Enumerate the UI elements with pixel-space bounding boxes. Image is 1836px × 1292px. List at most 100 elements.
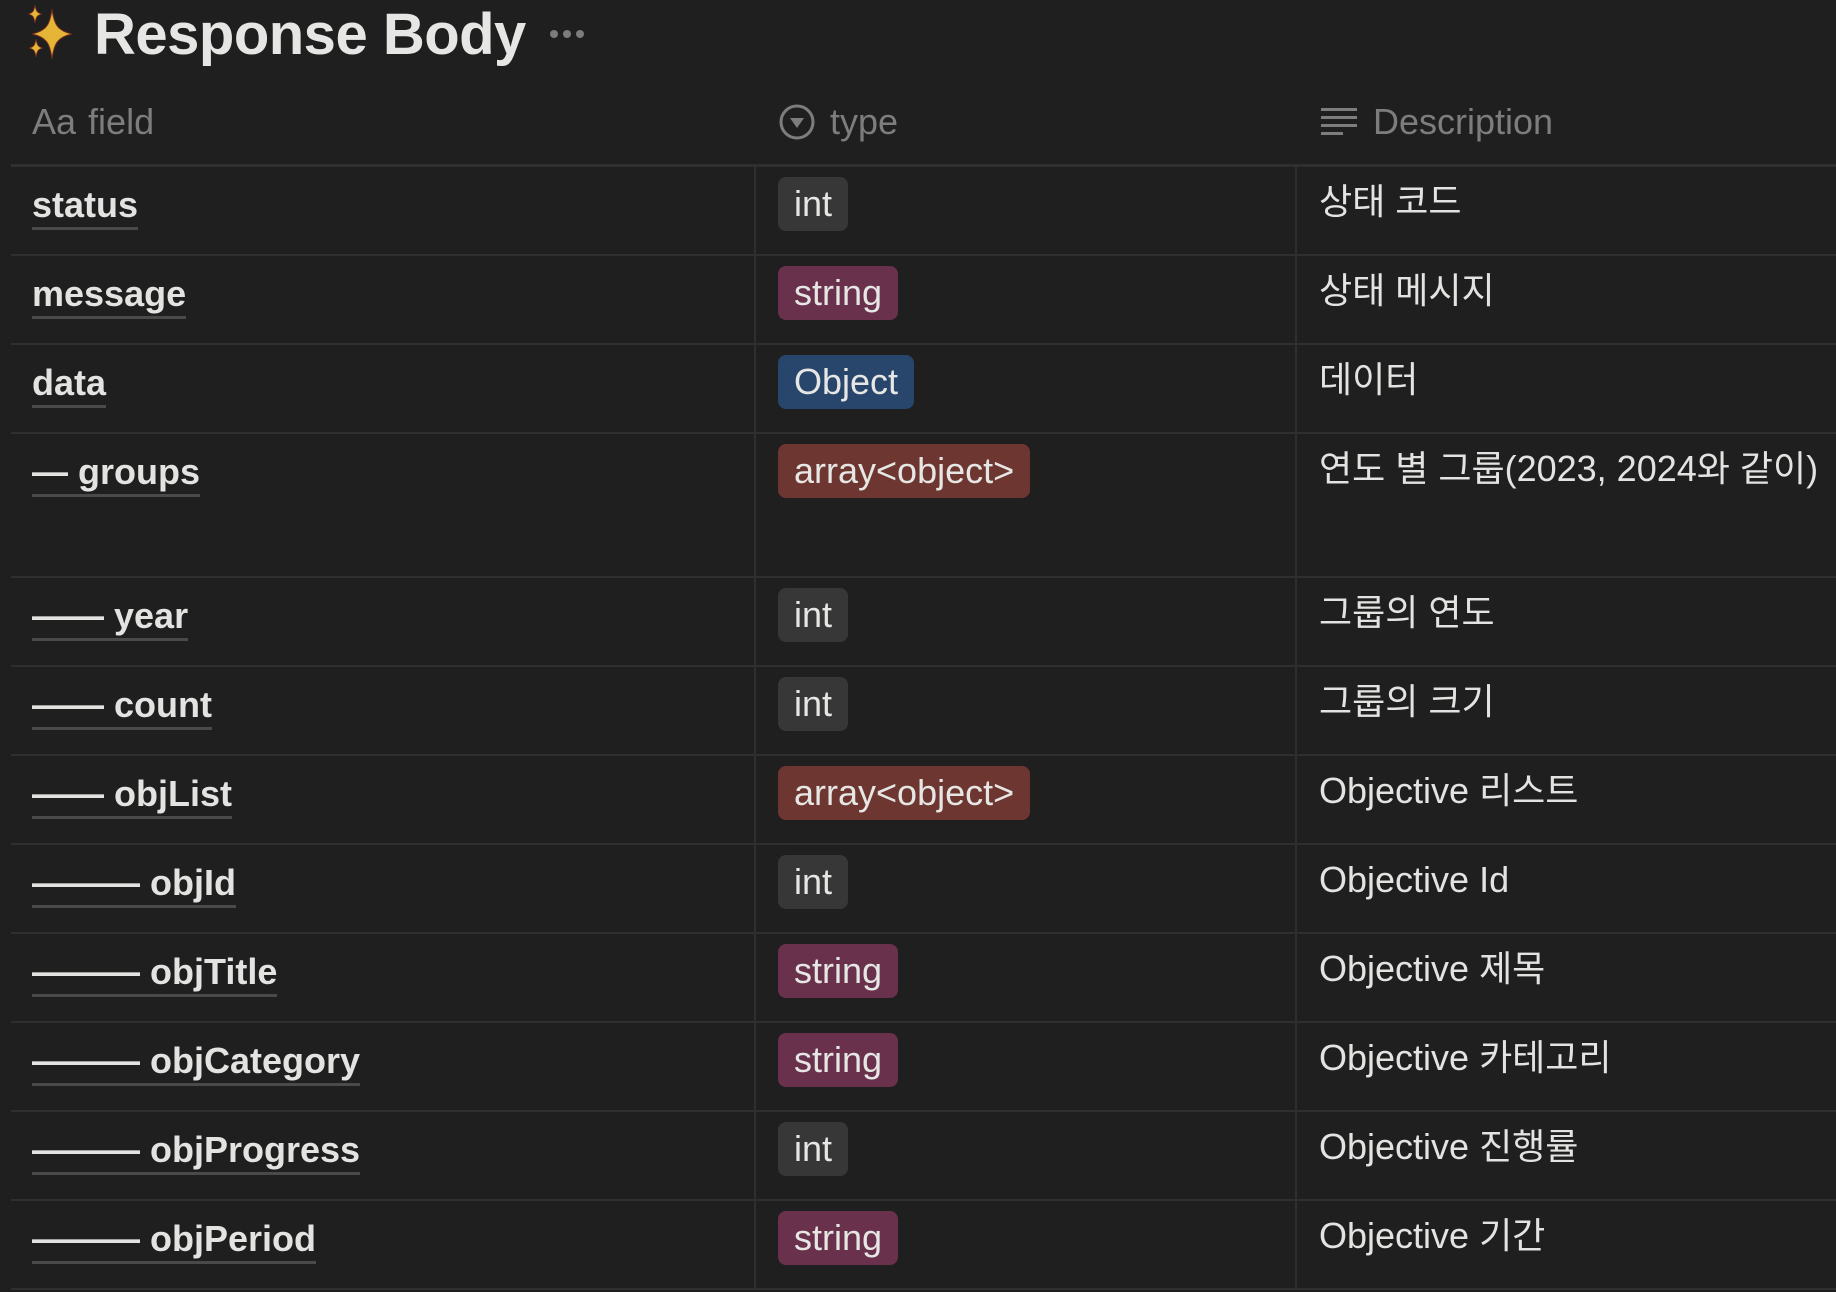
type-cell[interactable]: string bbox=[756, 934, 1297, 1021]
table-row[interactable]: ——— objProgress int Objective 진행률 bbox=[11, 1112, 1836, 1201]
table-row[interactable]: ——— objPeriod string Objective 기간 bbox=[11, 1201, 1836, 1290]
type-cell[interactable]: int bbox=[756, 667, 1297, 754]
database-table: Aa field type Description status int 상태 … bbox=[11, 80, 1836, 1290]
field-cell[interactable]: ——— objId bbox=[11, 845, 756, 932]
column-label: field bbox=[88, 101, 155, 142]
field-name[interactable]: —— objList bbox=[32, 774, 232, 819]
type-cell[interactable]: int bbox=[756, 167, 1297, 254]
type-badge[interactable]: string bbox=[778, 1211, 899, 1265]
table-row[interactable]: message string 상태 메시지 bbox=[11, 256, 1836, 345]
type-badge[interactable]: int bbox=[778, 177, 849, 231]
description-text: 그룹의 연도 bbox=[1319, 592, 1495, 633]
field-name[interactable]: — groups bbox=[32, 452, 200, 497]
type-badge[interactable]: Object bbox=[778, 355, 915, 409]
field-name[interactable]: ——— objId bbox=[32, 863, 236, 908]
field-cell[interactable]: ——— objProgress bbox=[11, 1112, 756, 1199]
field-name[interactable]: ——— objCategory bbox=[32, 1041, 361, 1086]
description-cell[interactable]: 상태 코드 bbox=[1297, 167, 1836, 254]
type-badge[interactable]: string bbox=[778, 944, 899, 998]
description-cell[interactable]: Objective Id bbox=[1297, 845, 1836, 932]
page-title: Response Body bbox=[94, 1, 526, 67]
table-row[interactable]: —— count int 그룹의 크기 bbox=[11, 667, 1836, 756]
description-cell[interactable]: Objective 진행률 bbox=[1297, 1112, 1836, 1199]
more-horizontal-icon bbox=[549, 30, 558, 38]
type-cell[interactable]: string bbox=[756, 1023, 1297, 1110]
description-text: 그룹의 크기 bbox=[1319, 681, 1495, 722]
description-text: Objective 카테고리 bbox=[1319, 1037, 1612, 1078]
description-text: 상태 메시지 bbox=[1319, 270, 1495, 311]
table-row[interactable]: status int 상태 코드 bbox=[11, 167, 1836, 256]
description-cell[interactable]: Objective 리스트 bbox=[1297, 756, 1836, 843]
field-cell[interactable]: — groups bbox=[11, 434, 756, 576]
description-text: 상태 코드 bbox=[1319, 181, 1462, 222]
type-badge[interactable]: array<object> bbox=[778, 766, 1031, 820]
more-dot bbox=[562, 30, 571, 38]
type-cell[interactable]: int bbox=[756, 1112, 1297, 1199]
description-text: 연도 별 그룹(2023, 2024와 같이) bbox=[1319, 448, 1819, 489]
table-row[interactable]: ——— objCategory string Objective 카테고리 bbox=[11, 1023, 1836, 1112]
field-cell[interactable]: —— objList bbox=[11, 756, 756, 843]
description-text: Objective 기간 bbox=[1319, 1215, 1546, 1256]
field-name[interactable]: message bbox=[32, 274, 187, 319]
field-cell[interactable]: —— year bbox=[11, 578, 756, 665]
type-badge[interactable]: int bbox=[778, 588, 849, 642]
table-row[interactable]: — groups array<object> 연도 별 그룹(2023, 2024와… bbox=[11, 434, 1836, 578]
description-text: Objective 진행률 bbox=[1319, 1126, 1579, 1167]
field-cell[interactable]: ——— objTitle bbox=[11, 934, 756, 1021]
description-cell[interactable]: 그룹의 연도 bbox=[1297, 578, 1836, 665]
field-name[interactable]: ——— objProgress bbox=[32, 1130, 361, 1175]
description-cell[interactable]: 연도 별 그룹(2023, 2024와 같이) bbox=[1297, 434, 1836, 576]
field-cell[interactable]: —— count bbox=[11, 667, 756, 754]
sparkles-icon bbox=[22, 3, 80, 65]
field-cell[interactable]: ——— objPeriod bbox=[11, 1201, 756, 1288]
description-cell[interactable]: Objective 제목 bbox=[1297, 934, 1836, 1021]
table-body: status int 상태 코드 message string 상태 메시지 data Obj… bbox=[11, 167, 1836, 1290]
type-cell[interactable]: array<object> bbox=[756, 434, 1297, 576]
type-badge[interactable]: int bbox=[778, 855, 849, 909]
type-badge[interactable]: int bbox=[778, 677, 849, 731]
type-cell[interactable]: int bbox=[756, 578, 1297, 665]
field-name[interactable]: ——— objTitle bbox=[32, 952, 278, 997]
column-label: type bbox=[830, 101, 899, 142]
page-title-bar: Response Body bbox=[22, 0, 584, 68]
description-text: Objective Id bbox=[1319, 859, 1510, 900]
column-header-type[interactable]: type bbox=[756, 80, 1297, 164]
description-cell[interactable]: Objective 기간 bbox=[1297, 1201, 1836, 1288]
description-cell[interactable]: 상태 메시지 bbox=[1297, 256, 1836, 343]
field-cell[interactable]: data bbox=[11, 345, 756, 432]
field-cell[interactable]: status bbox=[11, 167, 756, 254]
table-header: Aa field type Description bbox=[11, 80, 1836, 167]
field-name[interactable]: ——— objPeriod bbox=[32, 1219, 317, 1264]
field-name[interactable]: —— year bbox=[32, 596, 189, 641]
column-header-description[interactable]: Description bbox=[1297, 80, 1836, 164]
type-badge[interactable]: int bbox=[778, 1122, 849, 1176]
type-badge[interactable]: string bbox=[778, 266, 899, 320]
description-cell[interactable]: 데이터 bbox=[1297, 345, 1836, 432]
table-row[interactable]: —— objList array<object> Objective 리스트 bbox=[11, 756, 1836, 845]
text-property-icon: Aa bbox=[32, 101, 77, 142]
table-row[interactable]: ——— objTitle string Objective 제목 bbox=[11, 934, 1836, 1023]
table-row[interactable]: ——— objId int Objective Id bbox=[11, 845, 1836, 934]
type-cell[interactable]: string bbox=[756, 256, 1297, 343]
type-cell[interactable]: int bbox=[756, 845, 1297, 932]
type-cell[interactable]: Object bbox=[756, 345, 1297, 432]
more-options-button[interactable] bbox=[549, 30, 584, 38]
field-cell[interactable]: ——— objCategory bbox=[11, 1023, 756, 1110]
field-name[interactable]: status bbox=[32, 185, 139, 230]
field-cell[interactable]: message bbox=[11, 256, 756, 343]
table-row[interactable]: data Object 데이터 bbox=[11, 345, 1836, 434]
field-name[interactable]: —— count bbox=[32, 685, 212, 730]
type-cell[interactable]: array<object> bbox=[756, 756, 1297, 843]
column-header-field[interactable]: Aa field bbox=[11, 80, 756, 164]
description-cell[interactable]: 그룹의 크기 bbox=[1297, 667, 1836, 754]
table-row[interactable]: —— year int 그룹의 연도 bbox=[11, 578, 1836, 667]
field-name[interactable]: data bbox=[32, 363, 107, 408]
type-badge[interactable]: string bbox=[778, 1033, 899, 1087]
select-property-icon bbox=[778, 103, 816, 141]
description-text: 데이터 bbox=[1319, 359, 1419, 400]
column-label: Description bbox=[1373, 101, 1554, 142]
more-dot bbox=[575, 30, 584, 38]
description-cell[interactable]: Objective 카테고리 bbox=[1297, 1023, 1836, 1110]
type-cell[interactable]: string bbox=[756, 1201, 1297, 1288]
type-badge[interactable]: array<object> bbox=[778, 444, 1031, 498]
